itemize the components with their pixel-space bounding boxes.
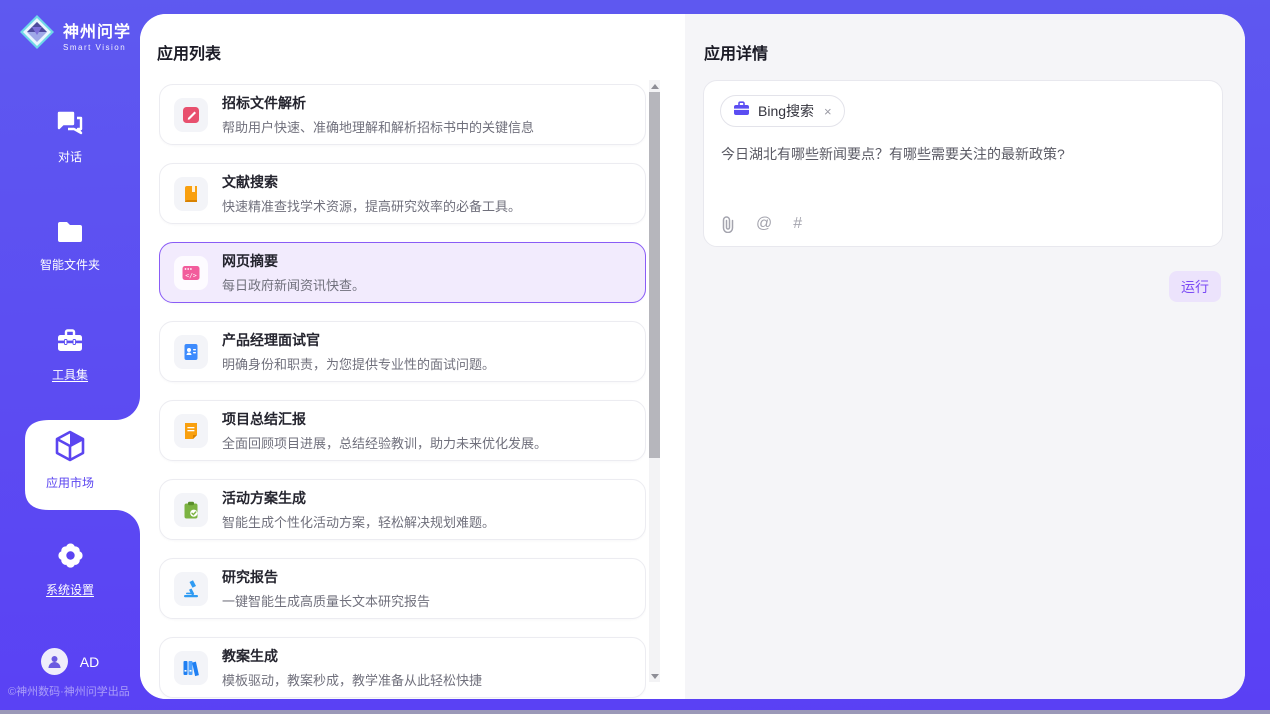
app-description: 快速精准查找学术资源，提高研究效率的必备工具。 xyxy=(222,196,521,215)
microscope-icon xyxy=(174,572,208,606)
prompt-composer: Bing搜索 × 今日湖北有哪些新闻要点？有哪些需要关注的最新政策? @ # xyxy=(703,80,1223,247)
tool-chip-bing-search[interactable]: Bing搜索 × xyxy=(720,95,845,127)
app-name: 研究报告 xyxy=(222,567,430,587)
app-window: 神州问学 Smart Vision 对话 智能文件夹 xyxy=(0,0,1270,710)
app-description: 帮助用户快速、准确地理解和解析招标书中的关键信息 xyxy=(222,117,534,136)
book-icon xyxy=(174,177,208,211)
app-card-lesson-plan[interactable]: 教案生成 模板驱动，教案秒成，教学准备从此轻松快捷 xyxy=(159,637,646,698)
app-description: 明确身份和职责，为您提供专业性的面试问题。 xyxy=(222,354,495,373)
sidebar: 神州问学 Smart Vision 对话 智能文件夹 xyxy=(0,0,140,710)
app-list-title: 应用列表 xyxy=(157,40,221,64)
browser-code-icon: </> xyxy=(174,256,208,290)
brand-logo: 神州问学 Smart Vision xyxy=(18,13,131,56)
briefcase-icon xyxy=(733,101,750,121)
sidebar-item-label: 系统设置 xyxy=(46,581,94,598)
brand-diamond-icon xyxy=(18,13,56,56)
sidebar-item-label: 对话 xyxy=(58,148,82,165)
at-icon[interactable]: @ xyxy=(756,215,772,233)
app-name: 教案生成 xyxy=(222,646,482,666)
user-initials: AD xyxy=(80,654,99,670)
folder-icon xyxy=(56,220,84,249)
app-description: 模板驱动，教案秒成，教学准备从此轻松快捷 xyxy=(222,670,482,689)
app-description: 每日政府新闻资讯快查。 xyxy=(222,275,365,294)
app-description: 一键智能生成高质量长文本研究报告 xyxy=(222,591,430,610)
svg-text:</>: </> xyxy=(185,271,197,279)
app-name: 项目总结汇报 xyxy=(222,409,547,429)
close-icon[interactable]: × xyxy=(824,105,832,118)
sidebar-item-tools[interactable]: 工具集 xyxy=(0,328,140,383)
sidebar-item-app-market[interactable]: 应用市场 xyxy=(0,430,140,491)
chat-icon xyxy=(56,110,84,141)
query-text-input[interactable]: 今日湖北有哪些新闻要点？有哪些需要关注的最新政策? xyxy=(721,144,1206,164)
copyright-text: ©神州数码·神州问学出品 xyxy=(8,683,130,699)
run-button[interactable]: 运行 xyxy=(1169,271,1221,302)
sidebar-item-label: 应用市场 xyxy=(46,474,94,491)
scrollbar-thumb[interactable] xyxy=(649,92,660,458)
app-name: 招标文件解析 xyxy=(222,93,534,113)
brand-subtitle: Smart Vision xyxy=(63,43,131,52)
resume-icon xyxy=(174,335,208,369)
list-scrollbar[interactable] xyxy=(649,80,660,682)
app-description: 智能生成个性化活动方案，轻松解决规划难题。 xyxy=(222,512,495,531)
sidebar-item-label: 智能文件夹 xyxy=(40,256,100,273)
app-card-project-summary[interactable]: 项目总结汇报 全面回顾项目进展，总结经验教训，助力未来优化发展。 xyxy=(159,400,646,461)
pen-square-icon xyxy=(174,98,208,132)
cube-icon xyxy=(55,430,85,467)
window-bottom-edge xyxy=(0,710,1270,714)
app-card-event-plan[interactable]: 活动方案生成 智能生成个性化活动方案，轻松解决规划难题。 xyxy=(159,479,646,540)
app-detail-panel: 应用详情 Bing搜索 × 今日湖北有哪些新闻要点？有哪些需要关注的最新政策? xyxy=(685,14,1245,699)
app-name: 文献搜索 xyxy=(222,172,521,192)
app-name: 网页摘要 xyxy=(222,251,365,271)
brand-name: 神州问学 xyxy=(63,18,131,42)
note-icon xyxy=(174,414,208,448)
avatar xyxy=(41,648,68,675)
composer-toolbar: @ # xyxy=(721,215,802,233)
hash-icon[interactable]: # xyxy=(793,215,802,233)
sidebar-item-settings[interactable]: 系统设置 xyxy=(0,542,140,598)
clipboard-check-icon xyxy=(174,493,208,527)
gear-icon xyxy=(57,542,84,574)
toolbox-icon xyxy=(56,328,84,359)
sidebar-item-folders[interactable]: 智能文件夹 xyxy=(0,220,140,273)
app-card-bid-analysis[interactable]: 招标文件解析 帮助用户快速、准确地理解和解析招标书中的关键信息 xyxy=(159,84,646,145)
app-name: 活动方案生成 xyxy=(222,488,495,508)
sidebar-item-chat[interactable]: 对话 xyxy=(0,110,140,165)
tool-chip-label: Bing搜索 xyxy=(758,101,814,121)
app-card-pm-interviewer[interactable]: 产品经理面试官 明确身份和职责，为您提供专业性的面试问题。 xyxy=(159,321,646,382)
paperclip-icon[interactable] xyxy=(721,216,735,233)
app-card-literature-search[interactable]: 文献搜索 快速精准查找学术资源，提高研究效率的必备工具。 xyxy=(159,163,646,224)
app-name: 产品经理面试官 xyxy=(222,330,495,350)
scroll-down-icon[interactable] xyxy=(649,670,660,682)
books-icon xyxy=(174,651,208,685)
main-content: 应用列表 招标文件解析 帮助用户快速、准确地理解和解析招标书中的关键信息 xyxy=(140,14,1245,699)
user-account[interactable]: AD xyxy=(0,648,140,675)
scroll-up-icon[interactable] xyxy=(649,80,660,92)
app-card-web-summary[interactable]: </> 网页摘要 每日政府新闻资讯快查。 xyxy=(159,242,646,303)
app-card-research-report[interactable]: 研究报告 一键智能生成高质量长文本研究报告 xyxy=(159,558,646,619)
app-list-panel: 应用列表 招标文件解析 帮助用户快速、准确地理解和解析招标书中的关键信息 xyxy=(140,14,685,699)
app-detail-title: 应用详情 xyxy=(704,40,768,64)
app-description: 全面回顾项目进展，总结经验教训，助力未来优化发展。 xyxy=(222,433,547,452)
sidebar-item-label: 工具集 xyxy=(52,366,88,383)
app-card-list: 招标文件解析 帮助用户快速、准确地理解和解析招标书中的关键信息 文献搜索 xyxy=(159,84,646,699)
